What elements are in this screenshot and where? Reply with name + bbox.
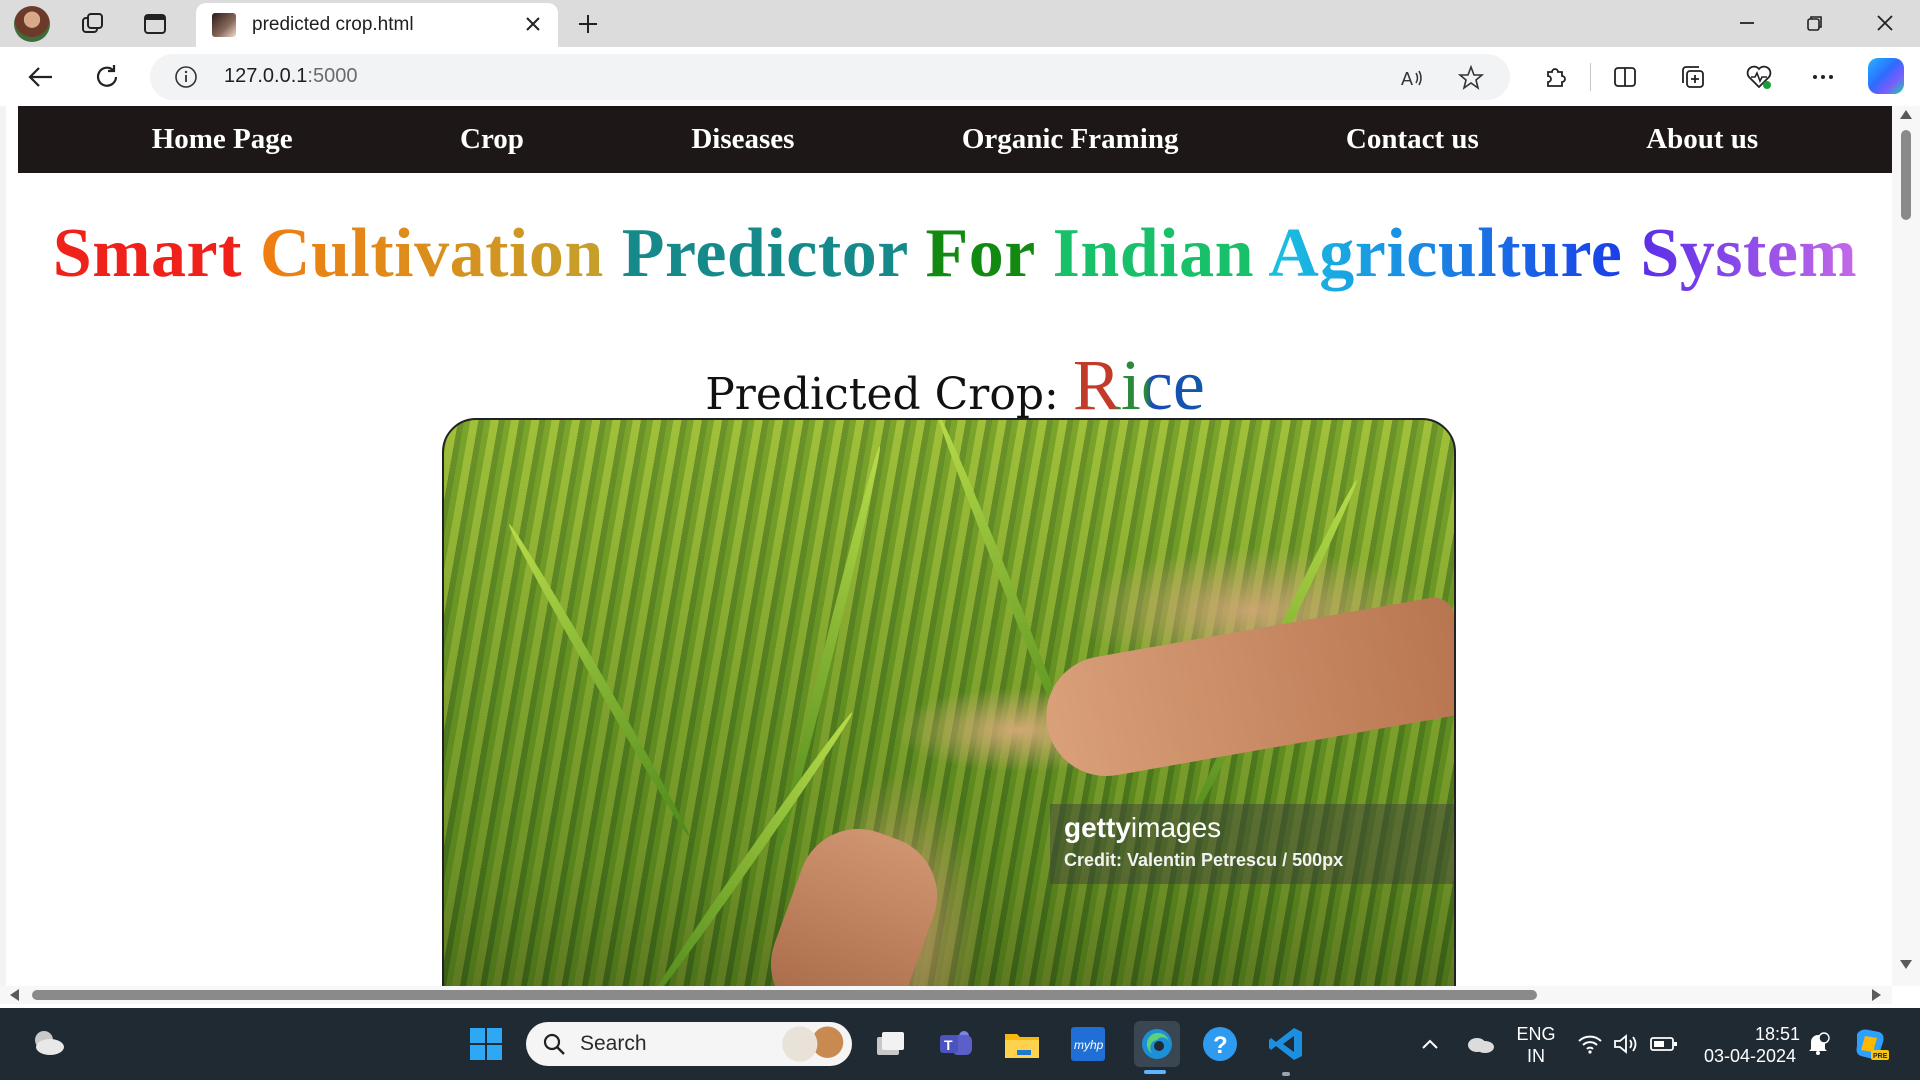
nav-crop[interactable]: Crop xyxy=(460,123,524,156)
url-text[interactable]: 127.0.0.1:5000 xyxy=(224,65,357,88)
svg-text:A: A xyxy=(1401,69,1413,89)
close-icon[interactable] xyxy=(520,11,546,37)
copilot-preview-icon[interactable]: PRE xyxy=(1848,1024,1892,1064)
copilot-icon[interactable] xyxy=(1868,58,1904,94)
photo-hand-left xyxy=(754,812,954,1004)
more-icon[interactable] xyxy=(1804,58,1842,96)
nav-home-page[interactable]: Home Page xyxy=(152,123,293,156)
crop-photo: gettyimages Credit: Valentin Petrescu / … xyxy=(442,418,1456,1004)
predicted-crop-name: Rice xyxy=(1072,345,1205,425)
vertical-scroll-thumb[interactable] xyxy=(1901,130,1911,220)
wifi-icon[interactable] xyxy=(1572,1024,1608,1064)
profile-avatar[interactable] xyxy=(14,6,50,42)
address-bar[interactable]: 127.0.0.1:5000 A xyxy=(150,54,1510,100)
taskbar-search-box[interactable]: Search xyxy=(526,1022,852,1066)
photo-credit: Credit: Valentin Petrescu / 500px xyxy=(1064,850,1344,870)
svg-text:T: T xyxy=(944,1037,953,1053)
teams-icon[interactable]: T xyxy=(936,1024,976,1064)
extensions-icon[interactable] xyxy=(1536,58,1574,96)
myhp-icon[interactable]: myhp xyxy=(1068,1024,1108,1064)
vertical-scrollbar[interactable] xyxy=(1892,106,1920,986)
minimize-icon[interactable] xyxy=(1724,6,1770,40)
page-viewport: Home Page Crop Diseases Organic Framing … xyxy=(0,106,1920,1004)
nav-contact-us[interactable]: Contact us xyxy=(1346,123,1479,156)
horizontal-scroll-thumb[interactable] xyxy=(32,990,1537,1000)
tab-actions-icon[interactable] xyxy=(140,9,170,39)
clock-time: 18:51 xyxy=(1754,1024,1800,1044)
scroll-right-arrow[interactable] xyxy=(1872,989,1881,1001)
notification-icon[interactable] xyxy=(1800,1024,1836,1064)
file-explorer-icon[interactable] xyxy=(1002,1024,1042,1064)
nav-about-us[interactable]: About us xyxy=(1646,123,1758,156)
title-word: Cultivation xyxy=(259,215,604,292)
refresh-icon[interactable] xyxy=(88,58,126,96)
svg-text:?: ? xyxy=(1213,1032,1228,1059)
title-word: System xyxy=(1640,215,1858,292)
prediction-label: Predicted Crop: xyxy=(705,369,1059,420)
onedrive-icon[interactable] xyxy=(1460,1024,1500,1064)
horizontal-scrollbar[interactable] xyxy=(0,986,1892,1004)
title-word: Smart xyxy=(52,215,242,292)
task-view-icon[interactable] xyxy=(870,1024,910,1064)
tab-predicted-crop[interactable]: predicted crop.html xyxy=(196,3,558,47)
title-word: Agriculture xyxy=(1268,215,1623,292)
new-tab-icon[interactable] xyxy=(572,9,604,39)
watermark-logo: gettyimages xyxy=(1064,812,1222,843)
clock-date: 03-04-2024 xyxy=(1703,1046,1797,1066)
battery-icon[interactable] xyxy=(1646,1024,1682,1064)
scroll-down-arrow[interactable] xyxy=(1900,960,1912,969)
left-edge xyxy=(0,106,6,1004)
info-icon[interactable] xyxy=(174,65,198,89)
title-word: Indian xyxy=(1052,215,1255,292)
title-word: Predictor xyxy=(621,215,908,292)
collections-icon[interactable] xyxy=(1674,58,1712,96)
favorite-star-icon[interactable] xyxy=(1456,63,1486,93)
help-icon[interactable]: ? xyxy=(1200,1024,1240,1064)
photo-watermark: gettyimages Credit: Valentin Petrescu / … xyxy=(1050,804,1454,884)
site-navbar: Home Page Crop Diseases Organic Framing … xyxy=(18,106,1892,173)
running-app-indicator xyxy=(1282,1072,1290,1076)
vscode-icon[interactable] xyxy=(1266,1024,1306,1064)
browser-essentials-icon[interactable] xyxy=(1740,58,1778,96)
windows-taskbar: Search T myhp ? ENG IN 18:51 03-04-2024 … xyxy=(0,1008,1920,1080)
prediction-result: Predicted Crop: Rice xyxy=(18,344,1892,427)
tab-favicon xyxy=(212,13,236,37)
photo-hand-right xyxy=(1036,594,1454,786)
restore-icon[interactable] xyxy=(1792,6,1838,40)
active-app-indicator xyxy=(1144,1070,1166,1074)
language-indicator[interactable]: ENG IN xyxy=(1506,1023,1566,1067)
back-icon[interactable] xyxy=(22,58,60,96)
weather-icon[interactable] xyxy=(30,1028,66,1058)
nav-diseases[interactable]: Diseases xyxy=(691,123,794,156)
browser-toolbar: 127.0.0.1:5000 A xyxy=(0,47,1920,106)
edge-icon[interactable] xyxy=(1134,1021,1180,1067)
svg-text:PRE: PRE xyxy=(1873,1053,1888,1060)
window-close-icon[interactable] xyxy=(1862,6,1908,40)
start-icon[interactable] xyxy=(466,1024,506,1064)
scroll-up-arrow[interactable] xyxy=(1900,110,1912,119)
read-aloud-icon[interactable]: A xyxy=(1398,63,1428,93)
tab-title: predicted crop.html xyxy=(252,14,414,35)
nav-organic-framing[interactable]: Organic Framing xyxy=(962,123,1179,156)
svg-text:myhp: myhp xyxy=(1074,1038,1104,1052)
search-icon xyxy=(542,1032,566,1061)
split-screen-icon[interactable] xyxy=(1606,58,1644,96)
search-placeholder: Search xyxy=(580,1032,647,1055)
chevron-up-icon[interactable] xyxy=(1412,1024,1448,1064)
toolbar-separator xyxy=(1590,63,1591,91)
title-word: For xyxy=(925,215,1035,292)
volume-icon[interactable] xyxy=(1608,1024,1644,1064)
tab-strip: predicted crop.html xyxy=(0,0,1920,47)
search-highlight-art xyxy=(780,1026,846,1062)
page-title: Smart Cultivation Predictor For Indian A… xyxy=(18,214,1892,294)
workspaces-icon[interactable] xyxy=(78,9,108,39)
scroll-left-arrow[interactable] xyxy=(10,989,19,1001)
photo-leaf xyxy=(504,521,694,839)
clock[interactable]: 18:51 03-04-2024 xyxy=(1692,1023,1808,1067)
